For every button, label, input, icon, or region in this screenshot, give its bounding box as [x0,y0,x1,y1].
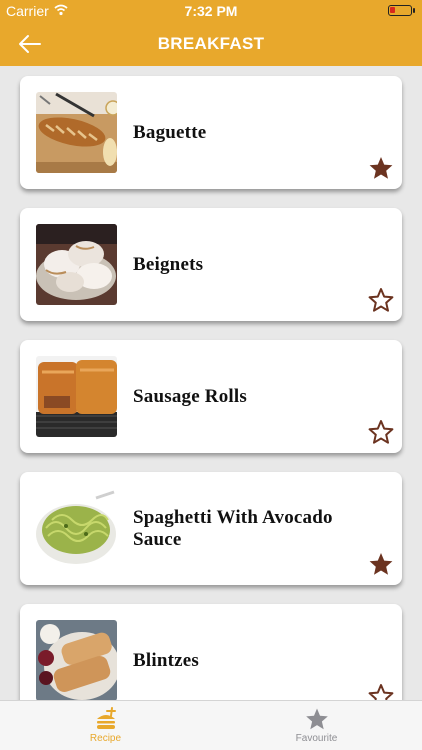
recipe-title: Beignets [133,253,204,275]
recipe-image-baguette [36,92,117,173]
favourite-star-outline-icon[interactable] [368,683,394,700]
tab-favourite[interactable]: Favourite [211,701,422,750]
tab-bar: Recipe Favourite [0,700,422,750]
tab-recipe[interactable]: Recipe [0,701,211,750]
recipe-card-baguette[interactable]: Baguette [20,76,402,189]
star-icon [305,707,329,731]
favourite-star-outline-icon[interactable] [368,287,394,313]
favourite-star-filled-icon[interactable] [368,155,394,181]
recipe-image-blintzes [36,620,117,700]
recipe-title: Blintzes [133,649,199,671]
recipe-title: Baguette [133,121,207,143]
recipe-title: Sausage Rolls [133,385,247,407]
recipe-card-spaghetti[interactable]: Spaghetti With Avocado Sauce [20,472,402,585]
page-title: BREAKFAST [157,34,265,53]
recipe-list[interactable]: Baguette Beignets Sausage Rolls Spaghett… [0,66,422,700]
battery-icon [388,5,415,16]
recipe-image-sausage-rolls [36,356,117,437]
recipe-title: Spaghetti With Avocado Sauce [133,506,333,550]
tab-label: Recipe [89,733,122,744]
burger-icon [94,707,118,731]
recipe-card-beignets[interactable]: Beignets [20,208,402,321]
tab-label: Favourite [295,733,338,744]
recipe-image-beignets [36,224,117,305]
nav-bar: BREAKFAST [0,22,422,66]
recipe-image-spaghetti [36,488,117,569]
favourite-star-filled-icon[interactable] [368,551,394,577]
recipe-card-blintzes[interactable]: Blintzes [20,604,402,700]
favourite-star-outline-icon[interactable] [368,419,394,445]
status-bar: Carrier 7:32 PM [0,0,422,22]
status-time: 7:32 PM [184,3,238,19]
recipe-card-sausage-rolls[interactable]: Sausage Rolls [20,340,402,453]
